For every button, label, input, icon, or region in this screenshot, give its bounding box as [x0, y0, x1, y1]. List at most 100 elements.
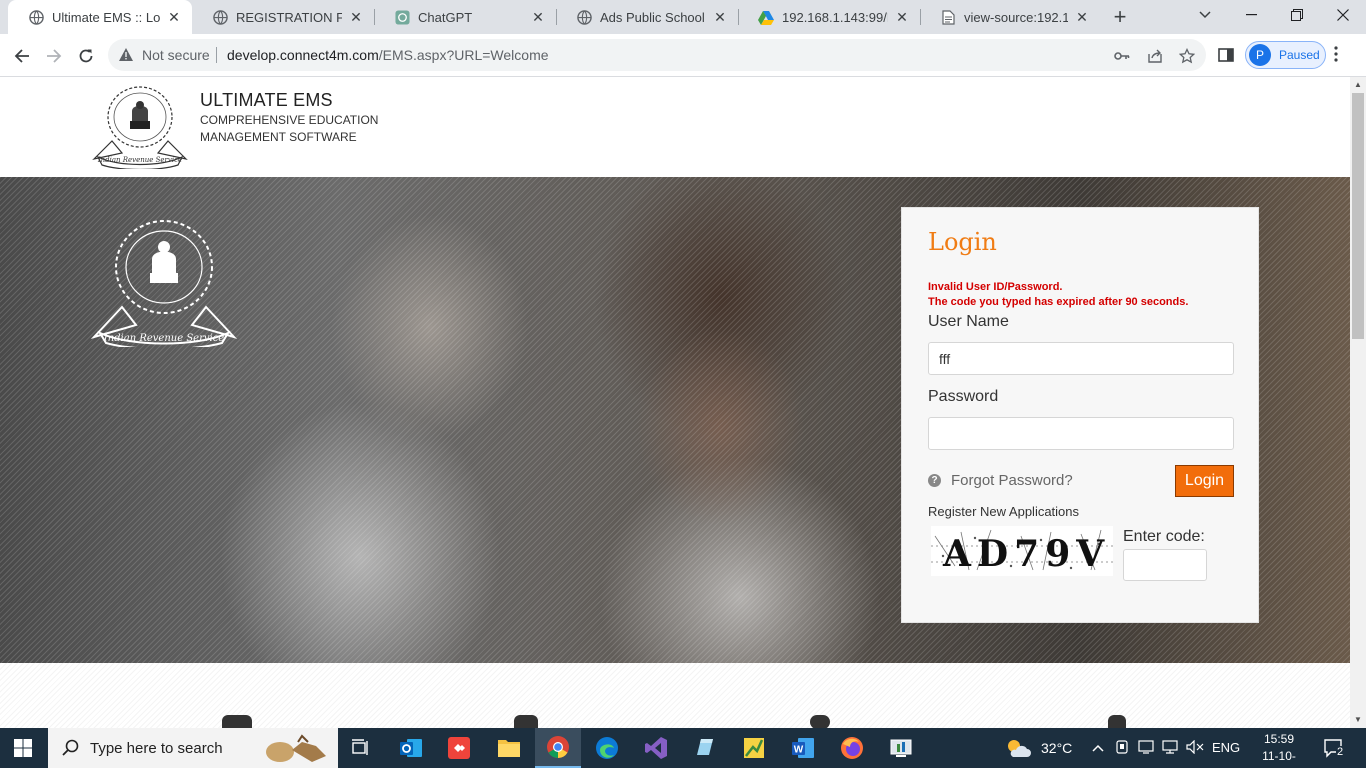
taskbar-word[interactable]: W: [780, 728, 826, 768]
bookmark-star-icon[interactable]: [1177, 46, 1197, 66]
system-clock[interactable]: 15:59 11-10-2023: [1252, 731, 1306, 782]
close-tab-icon[interactable]: ✕: [166, 9, 182, 25]
outlook-icon: [400, 739, 422, 757]
edge-icon: [596, 737, 618, 759]
side-panel-icon[interactable]: [1216, 45, 1236, 65]
taskbar-outlook[interactable]: [388, 728, 434, 768]
browser-toolbar: Not secure develop.connect4m.com/EMS.asp…: [0, 34, 1366, 77]
site-header: Indian Revenue Service ULTIMATE EMS COMP…: [0, 77, 1350, 177]
taskbar-chrome[interactable]: [535, 728, 581, 768]
firefox-icon: [841, 737, 863, 759]
notification-center-button[interactable]: 2: [1322, 736, 1346, 760]
tray-device-icon[interactable]: [1116, 740, 1128, 757]
share-icon[interactable]: [1145, 46, 1165, 66]
anydesk-icon: [448, 737, 470, 759]
hero-banner: Indian Revenue Service Login Invalid Use…: [0, 177, 1350, 663]
weather-sun-cloud-icon: [1008, 740, 1031, 757]
tab-title: view-source:192.168.: [964, 9, 1068, 25]
captcha-code-input[interactable]: [1123, 549, 1207, 581]
scrollbar-thumb[interactable]: [1352, 93, 1364, 339]
password-input[interactable]: [928, 417, 1234, 450]
enter-code-label: Enter code:: [1123, 528, 1205, 545]
omnibox-divider: [216, 47, 217, 63]
address-bar[interactable]: Not secure develop.connect4m.com/EMS.asp…: [108, 39, 1206, 71]
tab-view-source[interactable]: view-source:192.168. ✕: [920, 0, 1100, 34]
page-scrollbar[interactable]: ▲ ▼: [1350, 77, 1366, 728]
taskbar-edge[interactable]: [584, 728, 630, 768]
globe-icon: [212, 9, 228, 25]
svg-text:Indian Revenue Service: Indian Revenue Service: [97, 156, 182, 164]
tab-ads-public-school[interactable]: Ads Public School We ✕: [556, 0, 738, 34]
reload-icon: [79, 49, 93, 63]
question-circle-icon: ?: [928, 474, 941, 487]
svg-text:AD79V: AD79V: [942, 533, 1110, 575]
tab-ultimate-ems[interactable]: Ultimate EMS :: Login ✕: [8, 0, 192, 34]
close-tab-icon[interactable]: ✕: [1074, 9, 1090, 25]
tray-volume-muted-icon[interactable]: [1186, 739, 1204, 757]
windows-taskbar: Type here to search W 32°C ENG 15:59 11-…: [0, 728, 1366, 780]
svg-text:W: W: [794, 745, 804, 756]
tray-network-icon[interactable]: [1162, 740, 1178, 757]
close-tab-icon[interactable]: ✕: [530, 9, 546, 25]
clock-time: 15:59: [1263, 732, 1295, 746]
restore-button[interactable]: [1274, 0, 1320, 30]
register-new-applications-link[interactable]: Register New Applications: [928, 504, 1079, 519]
back-arrow-icon: [14, 49, 29, 63]
minimize-button[interactable]: [1228, 0, 1274, 30]
taskbar-app-monitor[interactable]: [878, 728, 924, 768]
weather-temperature: 32°C: [1041, 740, 1073, 756]
tab-search-button[interactable]: [1182, 0, 1228, 30]
new-tab-button[interactable]: +: [1108, 4, 1132, 29]
taskbar-search-box[interactable]: Type here to search: [48, 728, 338, 768]
taskbar-app-green[interactable]: [731, 728, 777, 768]
below-fold-section: [0, 663, 1350, 728]
close-window-button[interactable]: [1320, 0, 1366, 30]
profile-button[interactable]: P Paused: [1245, 41, 1326, 69]
reload-button[interactable]: [72, 42, 100, 70]
forgot-password-link[interactable]: ? Forgot Password?: [928, 472, 1073, 489]
login-title: Login: [928, 228, 997, 256]
key-icon[interactable]: [1112, 46, 1132, 66]
page-content: Indian Revenue Service ULTIMATE EMS COMP…: [0, 77, 1350, 728]
url-path: /EMS.aspx?URL=Welcome: [378, 47, 549, 63]
taskbar-firefox[interactable]: [829, 728, 875, 768]
taskbar-anydesk[interactable]: [436, 728, 482, 768]
forward-button[interactable]: [40, 42, 68, 70]
taskbar-app-blue[interactable]: [682, 728, 728, 768]
scroll-up-icon[interactable]: ▲: [1354, 80, 1362, 89]
clock-date: 11-10-2023: [1262, 749, 1296, 780]
word-icon: W: [792, 738, 814, 758]
tab-registration-form[interactable]: REGISTRATION FORM ✕: [192, 0, 374, 34]
task-view-button[interactable]: [338, 728, 384, 768]
taskbar-visual-studio[interactable]: [633, 728, 679, 768]
tray-chevron-icon[interactable]: [1092, 740, 1104, 755]
tab-title: ChatGPT: [418, 9, 473, 25]
tab-title: REGISTRATION FORM: [236, 9, 342, 25]
feature-icon: [222, 715, 252, 728]
scroll-down-icon[interactable]: ▼: [1354, 715, 1362, 724]
warning-icon[interactable]: [118, 47, 134, 67]
feature-icon: [1108, 715, 1126, 728]
username-input[interactable]: [928, 342, 1234, 375]
close-tab-icon[interactable]: ✕: [894, 9, 910, 25]
task-view-icon: [352, 739, 368, 755]
close-tab-icon[interactable]: ✕: [348, 9, 364, 25]
weather-widget[interactable]: 32°C: [1005, 728, 1072, 768]
language-indicator[interactable]: ENG: [1212, 740, 1240, 755]
drive-icon: [758, 9, 774, 25]
windows-start-button[interactable]: [0, 728, 46, 768]
tab-chatgpt[interactable]: ChatGPT ✕: [374, 0, 556, 34]
login-button[interactable]: Login: [1175, 465, 1234, 497]
feature-icon: [810, 715, 830, 728]
visual-studio-icon: [645, 737, 667, 759]
not-secure-label[interactable]: Not secure: [142, 47, 210, 63]
tab-payment-ip[interactable]: 192.168.1.143:99/Pay ✕: [738, 0, 920, 34]
close-tab-icon[interactable]: ✕: [712, 9, 728, 25]
url-text[interactable]: develop.connect4m.com/EMS.aspx?URL=Welco…: [227, 47, 549, 63]
back-button[interactable]: [8, 42, 36, 70]
browser-menu-icon[interactable]: [1334, 46, 1338, 67]
search-icon: [62, 739, 79, 756]
taskbar-file-explorer[interactable]: [486, 728, 532, 768]
error-invalid-credentials: Invalid User ID/Password.: [928, 281, 1063, 293]
tray-display-icon[interactable]: [1138, 740, 1154, 757]
